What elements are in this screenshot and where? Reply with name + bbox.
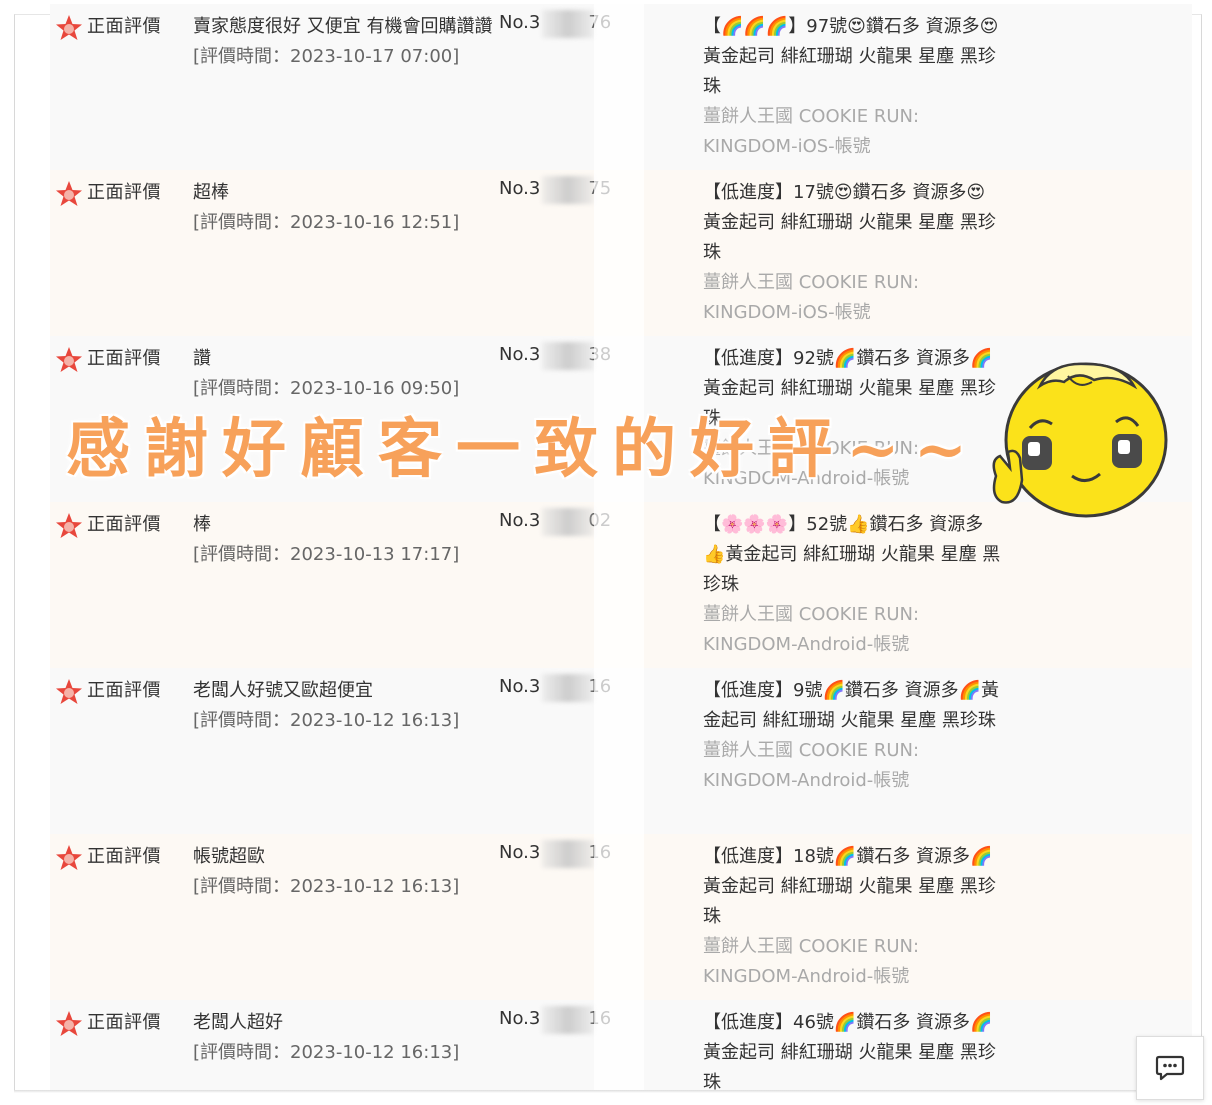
star-flower-icon: [56, 1011, 82, 1036]
review-type: 正面評價: [87, 680, 161, 701]
product-title[interactable]: 【🌈🌈🌈】97號😍鑽石多 資源多😍黃金起司 緋紅珊瑚 火龍果 星塵 黑珍珠: [703, 12, 1003, 102]
panel-bottom-edge: [14, 1090, 1200, 1093]
product-title[interactable]: 【低進度】46號🌈鑽石多 資源多🌈黃金起司 緋紅珊瑚 火龍果 星塵 黑珍珠: [703, 1008, 1003, 1092]
column-gap: [594, 502, 644, 668]
order-number-mask: [542, 176, 594, 204]
review-comment: 賣家態度很好 又便宜 有機會回購讚讚 [評價時間：2023-10-17 07:0…: [193, 12, 493, 72]
review-comment: 棒 [評價時間：2023-10-13 17:17]: [193, 510, 493, 570]
review-time: [評價時間：2023-10-16 12:51]: [193, 212, 460, 233]
review-time: [評價時間：2023-10-13 17:17]: [193, 544, 460, 565]
product-category: 薑餅人王國 COOKIE RUN: KINGDOM-Android-帳號: [703, 740, 920, 791]
review-type: 正面評價: [87, 16, 161, 37]
review-row: 正面評價 超棒 [評價時間：2023-10-16 12:51] No.375 【…: [50, 170, 1192, 337]
comment-text: 超棒: [193, 182, 229, 203]
review-comment: 讚 [評價時間：2023-10-16 09:50]: [193, 344, 493, 404]
product-category: 薑餅人王國 COOKIE RUN: KINGDOM-Android-帳號: [703, 936, 920, 987]
order-number-mask: [542, 10, 594, 38]
product-info[interactable]: 【低進度】17號😍鑽石多 資源多😍黃金起司 緋紅珊瑚 火龍果 星塵 黑珍珠 薑餅…: [703, 178, 1003, 328]
order-number-mask: [542, 342, 594, 370]
thank-you-overlay: 感謝好顧客一致的好評~~: [66, 412, 982, 487]
product-title[interactable]: 【低進度】9號🌈鑽石多 資源多🌈黃金起司 緋紅珊瑚 火龍果 星塵 黑珍珠: [703, 676, 1003, 736]
column-gap: [594, 668, 644, 834]
star-flower-icon: [56, 513, 82, 538]
comment-text: 老闆人好號又歐超便宜: [193, 680, 373, 701]
product-info[interactable]: 【低進度】46號🌈鑽石多 資源多🌈黃金起司 緋紅珊瑚 火龍果 星塵 黑珍珠: [703, 1008, 1003, 1092]
order-prefix: No.3: [499, 676, 541, 697]
review-type: 正面評價: [87, 846, 161, 867]
order-number-mask: [542, 674, 594, 702]
review-row: 正面評價 棒 [評價時間：2023-10-13 17:17] No.302 【🌸…: [50, 502, 1192, 669]
star-flower-icon: [56, 181, 82, 206]
review-row: 正面評價 老闆人超好 [評價時間：2023-10-12 16:13] No.31…: [50, 1000, 1192, 1092]
product-info[interactable]: 【🌈🌈🌈】97號😍鑽石多 資源多😍黃金起司 緋紅珊瑚 火龍果 星塵 黑珍珠 薑餅…: [703, 12, 1003, 162]
review-comment: 帳號超歐 [評價時間：2023-10-12 16:13]: [193, 842, 493, 902]
order-prefix: No.3: [499, 178, 541, 199]
product-category: 薑餅人王國 COOKIE RUN: KINGDOM-iOS-帳號: [703, 106, 920, 157]
review-time: [評價時間：2023-10-12 16:13]: [193, 1042, 460, 1063]
comment-text: 老闆人超好: [193, 1012, 283, 1033]
review-time: [評價時間：2023-10-12 16:13]: [193, 876, 460, 897]
comment-text: 讚: [193, 348, 211, 369]
chat-button[interactable]: [1136, 1036, 1204, 1100]
order-number-mask: [542, 840, 594, 868]
review-row: 正面評價 賣家態度很好 又便宜 有機會回購讚讚 [評價時間：2023-10-17…: [50, 4, 1192, 171]
product-title[interactable]: 【低進度】17號😍鑽石多 資源多😍黃金起司 緋紅珊瑚 火龍果 星塵 黑珍珠: [703, 178, 1003, 268]
review-time: [評價時間：2023-10-17 07:00]: [193, 46, 460, 67]
column-gap: [594, 4, 644, 170]
comment-text: 賣家態度很好 又便宜 有機會回購讚讚: [193, 16, 493, 37]
order-prefix: No.3: [499, 344, 541, 365]
review-type: 正面評價: [87, 514, 161, 535]
review-type: 正面評價: [87, 348, 161, 369]
review-comment: 超棒 [評價時間：2023-10-16 12:51]: [193, 178, 493, 238]
product-info[interactable]: 【低進度】9號🌈鑽石多 資源多🌈黃金起司 緋紅珊瑚 火龍果 星塵 黑珍珠 薑餅人…: [703, 676, 1003, 796]
product-title[interactable]: 【低進度】18號🌈鑽石多 資源多🌈黃金起司 緋紅珊瑚 火龍果 星塵 黑珍珠: [703, 842, 1003, 932]
order-number-mask: [542, 1006, 594, 1034]
product-category: 薑餅人王國 COOKIE RUN: KINGDOM-iOS-帳號: [703, 272, 920, 323]
star-flower-icon: [56, 679, 82, 704]
product-category: 薑餅人王國 COOKIE RUN: KINGDOM-Android-帳號: [703, 604, 920, 655]
product-info[interactable]: 【🌸🌸🌸】52號👍鑽石多 資源多👍黃金起司 緋紅珊瑚 火龍果 星塵 黑珍珠 薑餅…: [703, 510, 1003, 660]
product-info[interactable]: 【低進度】18號🌈鑽石多 資源多🌈黃金起司 緋紅珊瑚 火龍果 星塵 黑珍珠 薑餅…: [703, 842, 1003, 992]
chat-bubble-icon: [1155, 1055, 1185, 1081]
order-prefix: No.3: [499, 1008, 541, 1029]
column-gap: [594, 170, 644, 336]
order-prefix: No.3: [499, 12, 541, 33]
order-prefix: No.3: [499, 842, 541, 863]
review-comment: 老闆人好號又歐超便宜 [評價時間：2023-10-12 16:13]: [193, 676, 493, 736]
column-gap: [594, 834, 644, 1000]
review-comment: 老闆人超好 [評價時間：2023-10-12 16:13]: [193, 1008, 493, 1068]
review-time: [評價時間：2023-10-12 16:13]: [193, 710, 460, 731]
comment-text: 棒: [193, 514, 211, 535]
review-type: 正面評價: [87, 182, 161, 203]
review-row: 正面評價 老闆人好號又歐超便宜 [評價時間：2023-10-12 16:13] …: [50, 668, 1192, 835]
comment-text: 帳號超歐: [193, 846, 265, 867]
review-type: 正面評價: [87, 1012, 161, 1033]
column-gap: [594, 1000, 644, 1090]
order-prefix: No.3: [499, 510, 541, 531]
star-flower-icon: [56, 347, 82, 372]
star-flower-icon: [56, 845, 82, 870]
review-row: 正面評價 帳號超歐 [評價時間：2023-10-12 16:13] No.316…: [50, 834, 1192, 1001]
yellow-face-mascot: [992, 362, 1168, 518]
product-title[interactable]: 【🌸🌸🌸】52號👍鑽石多 資源多👍黃金起司 緋紅珊瑚 火龍果 星塵 黑珍珠: [703, 510, 1003, 600]
star-flower-icon: [56, 15, 82, 40]
order-number-mask: [542, 508, 594, 536]
